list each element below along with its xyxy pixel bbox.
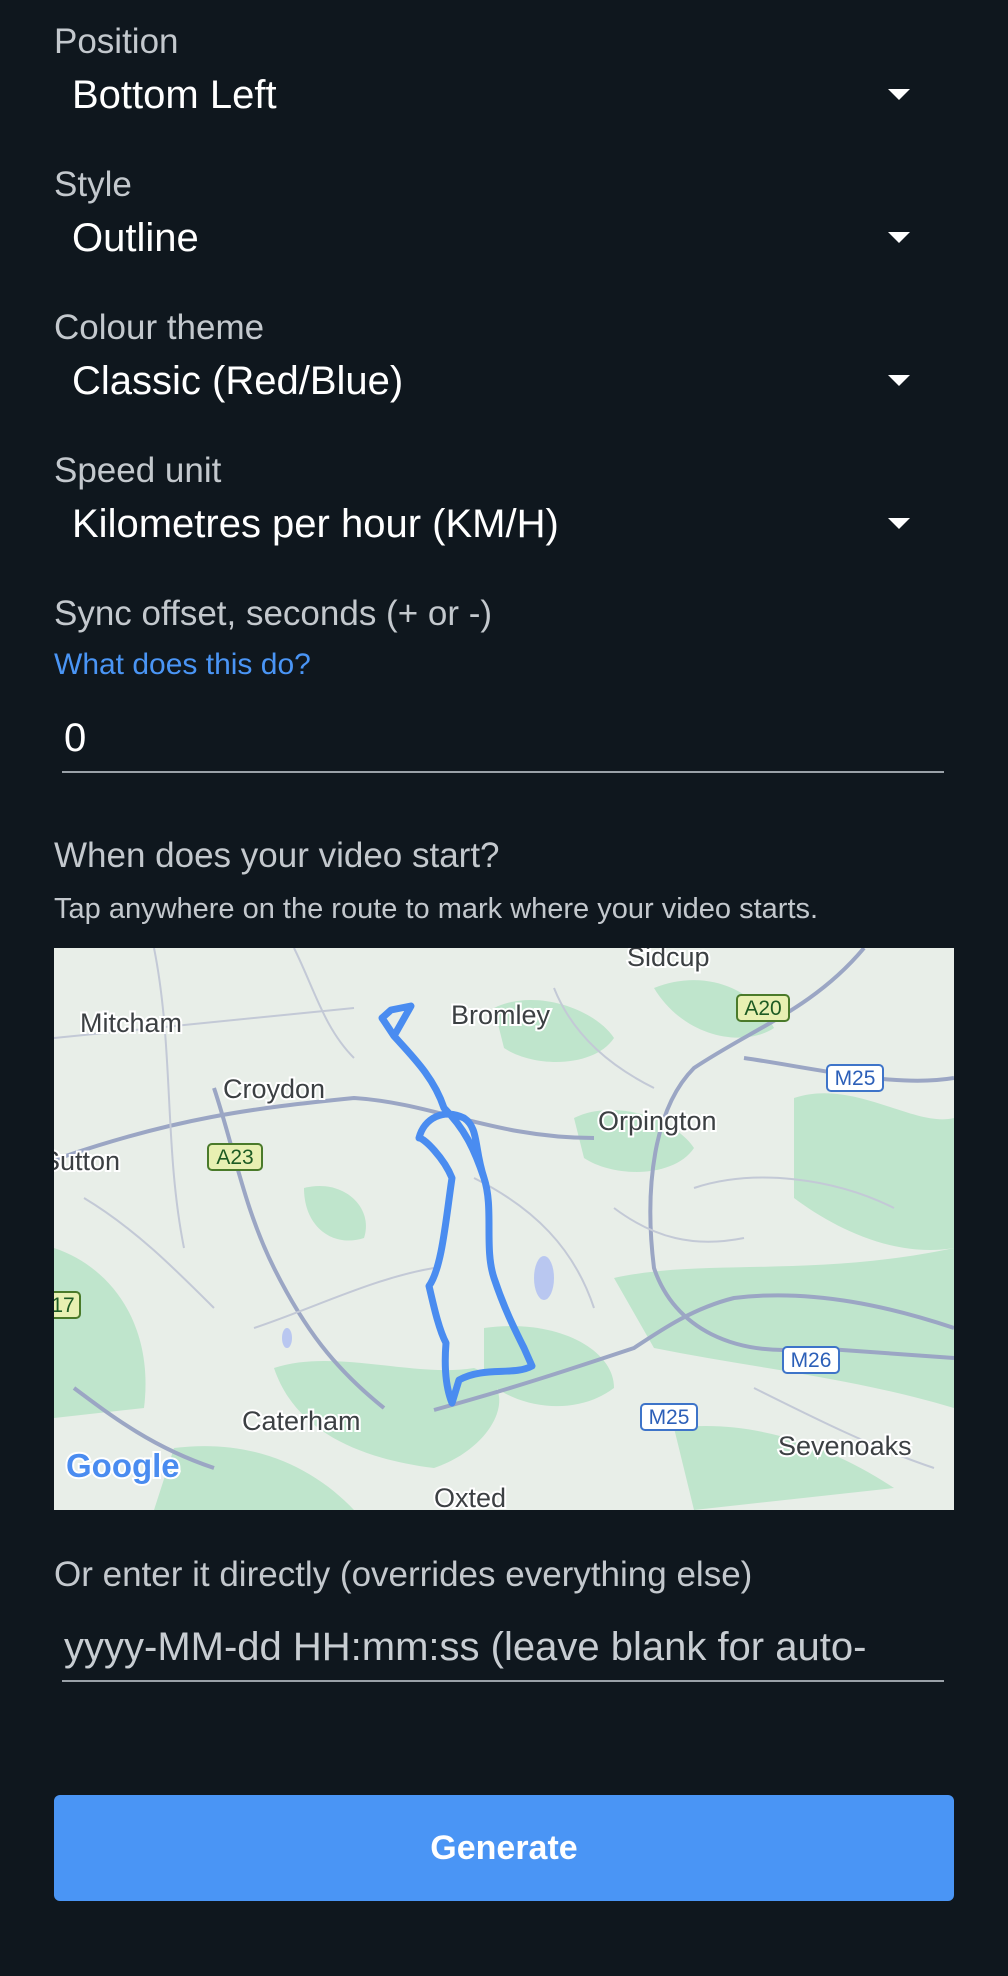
start-time-input[interactable]: [62, 1625, 946, 1680]
direct-entry-label: Or enter it directly (overrides everythi…: [54, 1555, 753, 1594]
svg-text:A23: A23: [216, 1146, 253, 1169]
road-shield-a23: A23: [207, 1143, 263, 1171]
position-select-value: Bottom Left: [72, 73, 277, 117]
sync-offset-field[interactable]: [62, 716, 946, 773]
speed-unit-label: Speed unit: [54, 451, 222, 490]
generate-button[interactable]: Generate: [54, 1795, 954, 1901]
place-label-sutton: Sutton: [54, 1146, 120, 1176]
video-start-heading: When does your video start?: [54, 836, 500, 875]
road-shield-m25: M25: [826, 1064, 884, 1092]
chevron-down-icon: [888, 89, 910, 100]
road-shield-a20: A20: [736, 994, 790, 1022]
sync-offset-input[interactable]: [62, 716, 946, 771]
speed-unit-select-value: Kilometres per hour (KM/H): [72, 502, 559, 546]
route-map[interactable]: Sidcup Mitcham Bromley Croydon Orpington…: [54, 948, 954, 1510]
road-shield-m25-south: M25: [640, 1403, 698, 1431]
road-shield-m26: M26: [782, 1346, 840, 1374]
svg-text:M25: M25: [649, 1406, 690, 1429]
style-label: Style: [54, 165, 132, 204]
style-select-value: Outline: [72, 216, 199, 260]
place-label-sidcup: Sidcup: [627, 948, 710, 972]
svg-text:A20: A20: [744, 997, 781, 1020]
svg-text:17: 17: [54, 1294, 75, 1317]
place-label-mitcham: Mitcham: [80, 1008, 182, 1038]
place-label-bromley: Bromley: [451, 1000, 551, 1030]
google-logo: Google: [66, 1447, 180, 1484]
svg-text:M26: M26: [791, 1349, 832, 1372]
what-does-this-do-link[interactable]: What does this do?: [54, 648, 311, 682]
colour-theme-select-value: Classic (Red/Blue): [72, 359, 404, 403]
place-label-oxted: Oxted: [434, 1483, 506, 1510]
start-time-field[interactable]: [62, 1625, 946, 1682]
place-label-orpington: Orpington: [598, 1106, 717, 1136]
svg-text:M25: M25: [835, 1067, 876, 1090]
colour-theme-label: Colour theme: [54, 308, 265, 347]
place-label-sevenoaks: Sevenoaks: [778, 1431, 912, 1461]
road-shield-17: 17: [54, 1291, 81, 1319]
chevron-down-icon: [888, 518, 910, 529]
sync-offset-label: Sync offset, seconds (+ or -): [54, 594, 493, 633]
place-label-caterham: Caterham: [242, 1406, 361, 1436]
chevron-down-icon: [888, 375, 910, 386]
position-label: Position: [54, 22, 179, 61]
chevron-down-icon: [888, 232, 910, 243]
video-start-instruction: Tap anywhere on the route to mark where …: [54, 893, 819, 925]
place-label-croydon: Croydon: [223, 1074, 325, 1104]
